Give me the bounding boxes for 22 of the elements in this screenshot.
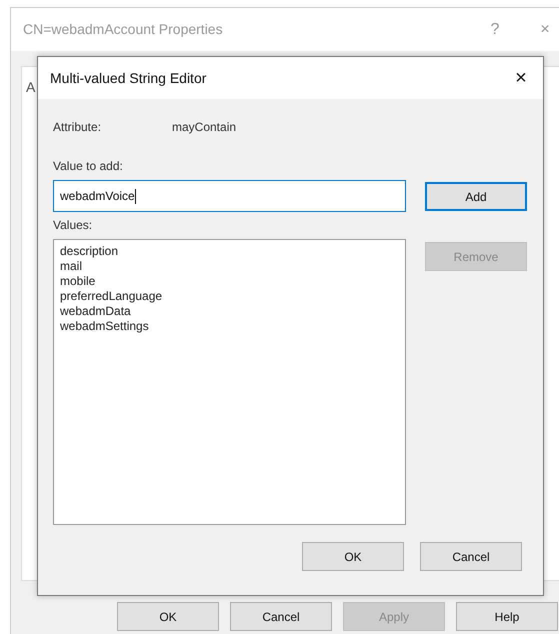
dialog-title: Multi-valued String Editor: [50, 68, 208, 88]
list-item[interactable]: mobile: [60, 274, 399, 289]
window-title: CN=webadmAccount Properties: [23, 20, 224, 39]
ok-button[interactable]: OK: [117, 602, 219, 631]
ok-button[interactable]: OK: [302, 542, 404, 571]
list-item[interactable]: mail: [60, 259, 399, 274]
list-item[interactable]: description: [60, 244, 399, 259]
tab-label[interactable]: A: [26, 79, 36, 95]
input-field[interactable]: webadmVoice: [53, 180, 406, 212]
values-label: Values:: [53, 217, 94, 234]
attribute-label: Attribute:: [53, 119, 102, 136]
values-list[interactable]: description mail mobile preferredLanguage webadmData webadmSettings: [53, 239, 406, 525]
attribute-value: mayContain: [172, 119, 236, 136]
value-label: Value to add:: [53, 158, 124, 175]
list-item[interactable]: webadmSettings: [60, 319, 399, 334]
cancel-button[interactable]: Cancel: [230, 602, 332, 631]
help-button[interactable]: Help: [456, 602, 558, 631]
list-item[interactable]: preferredLanguage: [60, 289, 399, 304]
add-button[interactable]: Add: [425, 182, 527, 211]
cancel-button[interactable]: Cancel: [420, 542, 522, 571]
list-item[interactable]: webadmData: [60, 304, 399, 319]
close-button[interactable]: ×: [499, 63, 543, 93]
